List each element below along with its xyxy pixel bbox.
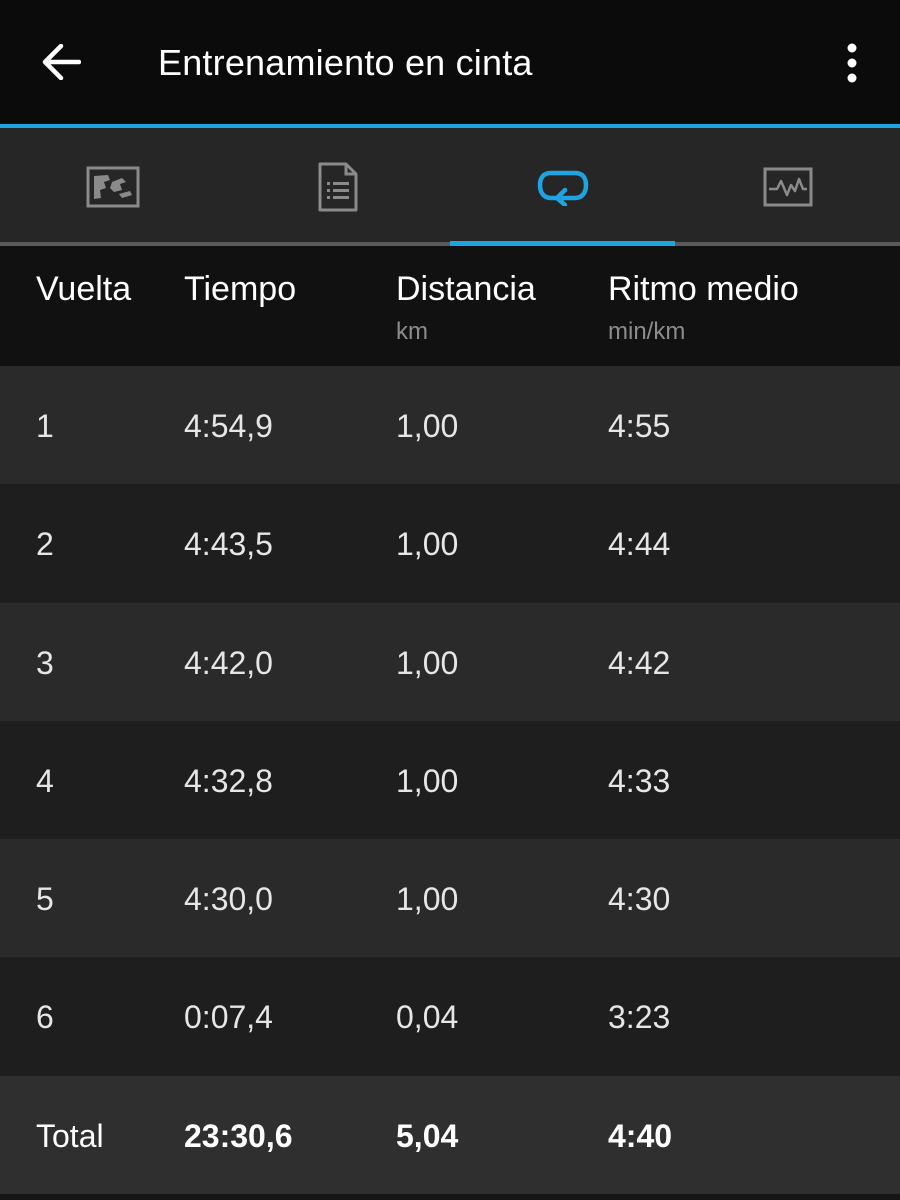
overflow-menu-button[interactable]	[830, 38, 874, 88]
activity-chart-icon	[763, 167, 812, 207]
bottom-edge	[0, 1194, 900, 1200]
lap-avg-pace: 4:55	[608, 408, 671, 444]
loop-icon	[537, 170, 588, 206]
back-button[interactable]	[36, 40, 86, 84]
map-icon	[86, 166, 139, 208]
lap-number: 3	[36, 644, 54, 681]
app-bar: Entrenamiento en cinta	[0, 0, 900, 124]
lap-distance: 1,00	[396, 881, 459, 918]
tab-details[interactable]	[225, 128, 450, 246]
lap-time: 0:07,4	[184, 999, 273, 1036]
page-title: Entrenamiento en cinta	[158, 42, 533, 83]
header-distance: Distancia	[396, 270, 536, 308]
lap-avg-pace: 4:44	[608, 526, 671, 563]
lap-distance: 1,00	[396, 644, 459, 681]
lap-distance: 0,04	[396, 999, 459, 1036]
header-distance-unit: km	[396, 318, 428, 345]
table-row[interactable]: 1 4:54,9 1,00 4:55	[0, 366, 900, 485]
table-header: Vuelta Tiempo Distancia km Ritmo medio m…	[0, 246, 900, 366]
total-label: Total	[36, 1118, 104, 1154]
header-avg-pace: Ritmo medio	[608, 270, 799, 308]
total-row: Total 23:30,6 5,04 4:40	[0, 1076, 900, 1194]
lap-distance: 1,00	[396, 408, 459, 444]
lap-time: 4:54,9	[184, 408, 273, 444]
lap-time: 4:32,8	[184, 762, 273, 799]
tab-bar	[0, 128, 900, 246]
lap-avg-pace: 3:23	[608, 999, 671, 1036]
lap-time: 4:42,0	[184, 644, 273, 681]
lap-time: 4:30,0	[184, 881, 273, 918]
lap-number: 1	[36, 408, 54, 444]
laps-list: 1 4:54,9 1,00 4:55 2 4:43,5 1,00 4:44 3 …	[0, 366, 900, 1076]
total-time: 23:30,6	[184, 1118, 293, 1154]
lap-avg-pace: 4:42	[608, 644, 671, 681]
document-list-icon	[318, 162, 357, 212]
lap-avg-pace: 4:33	[608, 762, 671, 799]
lap-distance: 1,00	[396, 762, 459, 799]
more-vertical-icon	[847, 43, 857, 83]
lap-distance: 1,00	[396, 526, 459, 563]
lap-time: 4:43,5	[184, 526, 273, 563]
total-avg-pace: 4:40	[608, 1118, 673, 1154]
tab-charts[interactable]	[675, 128, 900, 246]
lap-number: 6	[36, 999, 54, 1036]
table-row[interactable]: 6 0:07,4 0,04 3:23	[0, 957, 900, 1076]
header-time: Tiempo	[184, 270, 297, 308]
lap-number: 5	[36, 881, 54, 918]
header-avg-pace-unit: min/km	[608, 318, 686, 345]
header-lap: Vuelta	[36, 270, 132, 308]
tab-map[interactable]	[0, 128, 225, 246]
lap-avg-pace: 4:30	[608, 881, 671, 918]
tab-laps[interactable]	[450, 128, 675, 246]
lap-number: 4	[36, 762, 54, 799]
table-row[interactable]: 2 4:43,5 1,00 4:44	[0, 484, 900, 603]
arrow-left-icon	[42, 44, 81, 80]
table-row[interactable]: 3 4:42,0 1,00 4:42	[0, 602, 900, 721]
table-row[interactable]: 4 4:32,8 1,00 4:33	[0, 720, 900, 840]
lap-number: 2	[36, 526, 54, 563]
table-row[interactable]: 5 4:30,0 1,00 4:30	[0, 839, 900, 958]
total-distance: 5,04	[396, 1118, 459, 1154]
